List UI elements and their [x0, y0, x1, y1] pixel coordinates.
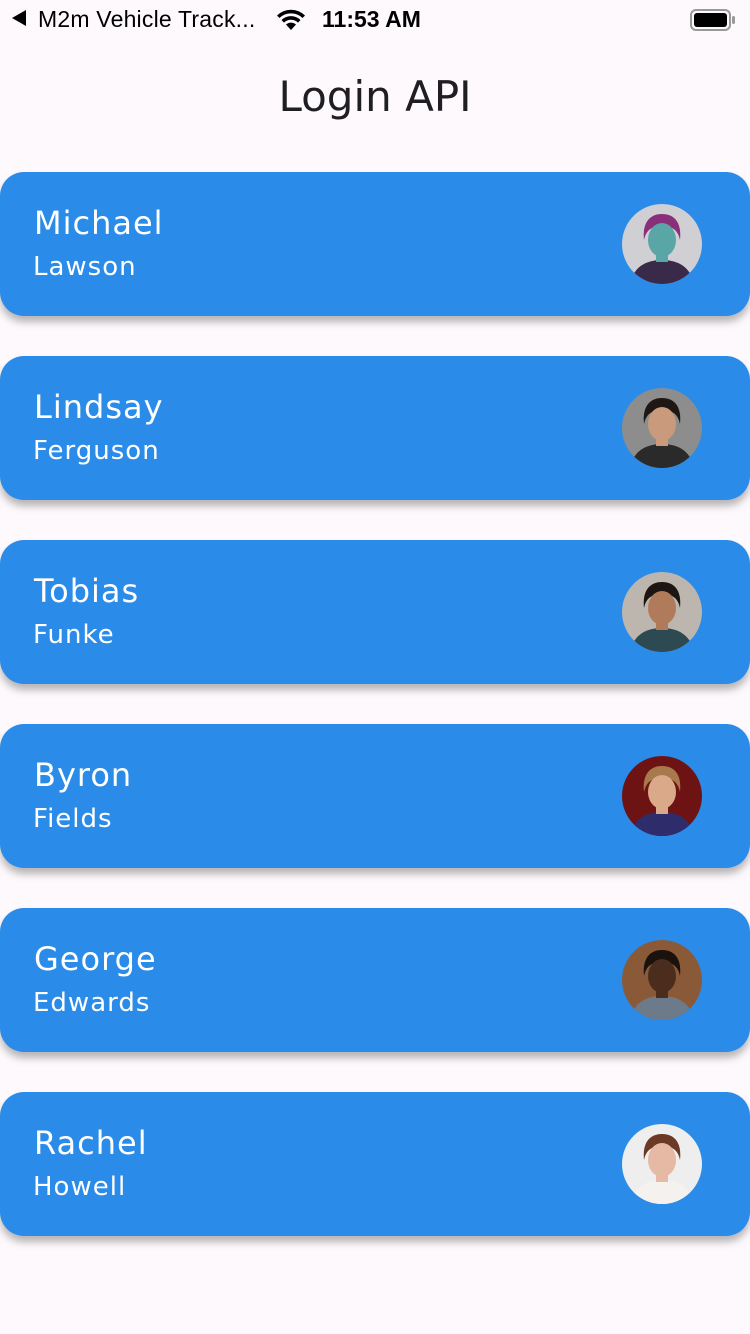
user-first-name: Lindsay: [34, 388, 164, 426]
page-title: Login API: [278, 72, 472, 121]
user-first-name: Michael: [34, 204, 164, 242]
avatar-lindsay: [622, 388, 702, 468]
user-card-rachel[interactable]: Rachel Howell: [0, 1092, 750, 1236]
user-first-name: George: [34, 940, 157, 978]
status-time: 11:53 AM: [322, 6, 421, 32]
user-card-lindsay[interactable]: Lindsay Ferguson: [0, 356, 750, 500]
user-card-tobias[interactable]: Tobias Funke: [0, 540, 750, 684]
user-list: Michael Lawson Lindsay Ferguson Tobias F…: [0, 172, 750, 1276]
avatar-byron: [622, 756, 702, 836]
user-first-name: Byron: [34, 756, 133, 794]
user-last-name: Edwards: [33, 988, 151, 1018]
battery-icon: [690, 9, 735, 31]
user-last-name: Fields: [33, 804, 113, 834]
user-last-name: Lawson: [33, 252, 137, 282]
user-card-george[interactable]: George Edwards: [0, 908, 750, 1052]
wifi-icon: [277, 9, 305, 30]
user-last-name: Howell: [33, 1172, 127, 1202]
avatar-george: [622, 940, 702, 1020]
user-first-name: Rachel: [34, 1124, 148, 1162]
user-first-name: Tobias: [34, 572, 140, 610]
user-card-byron[interactable]: Byron Fields: [0, 724, 750, 868]
user-last-name: Funke: [33, 620, 115, 650]
back-arrow-icon[interactable]: [12, 10, 26, 26]
status-app-name[interactable]: M2m Vehicle Track...: [38, 6, 255, 33]
avatar-michael: [622, 204, 702, 284]
user-last-name: Ferguson: [33, 436, 160, 466]
status-bar: M2m Vehicle Track... 11:53 AM: [0, 0, 750, 42]
avatar-rachel: [622, 1124, 702, 1204]
user-card-michael[interactable]: Michael Lawson: [0, 172, 750, 316]
avatar-tobias: [622, 572, 702, 652]
